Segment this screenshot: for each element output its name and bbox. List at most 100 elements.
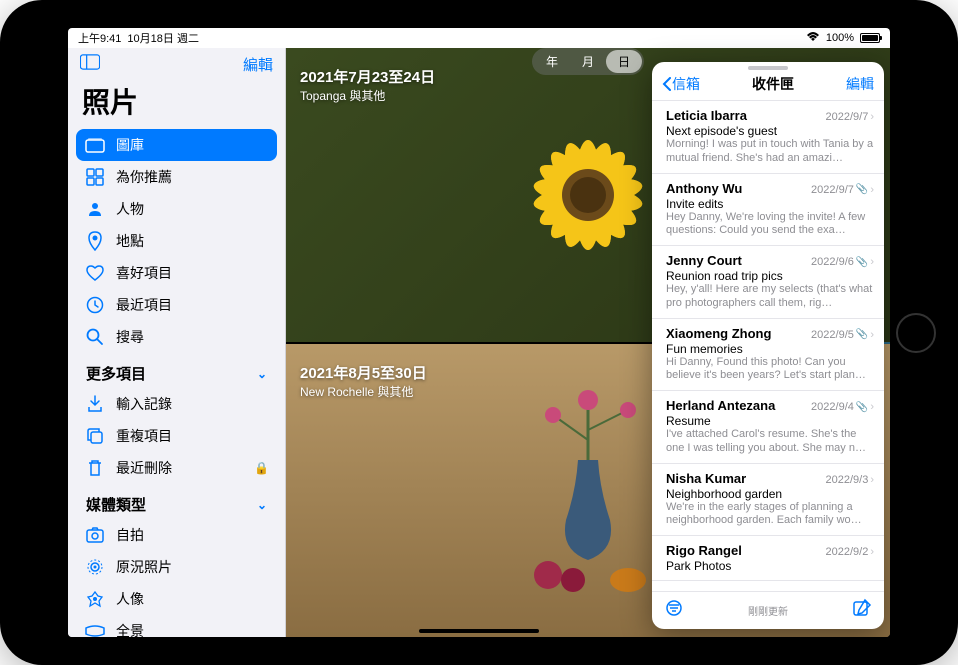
sidebar-toggle-icon[interactable] (80, 54, 100, 75)
home-button[interactable] (896, 313, 936, 353)
import-icon (84, 395, 106, 413)
sidebar-item-library[interactable]: 圖庫 (76, 129, 277, 161)
screen: 上午9:41 10月18日 週二 100% 編輯 照片 (68, 28, 890, 637)
duplicate-icon (84, 427, 106, 445)
sidebar-edit-button[interactable]: 編輯 (243, 54, 273, 75)
section-title: 更多項目 (86, 363, 146, 384)
sidebar-item-foryou[interactable]: 為你推薦 (76, 161, 277, 193)
view-seg-月[interactable]: 月 (570, 50, 606, 73)
attachment-icon: 📎 (856, 402, 868, 413)
sidebar-section-header[interactable]: 更多項目 ⌄ (76, 353, 277, 388)
mail-status: 剛剛更新 (748, 603, 788, 618)
slideover-grabber[interactable] (748, 66, 788, 70)
chevron-right-icon: › (870, 474, 874, 486)
mail-subject: Fun memories (666, 342, 874, 356)
mail-item[interactable]: Xiaomeng Zhong 2022/9/5 📎 › Fun memories… (652, 319, 884, 392)
mail-back-button[interactable]: 信箱 (662, 74, 700, 94)
sidebar-item-clock[interactable]: 最近項目 (76, 289, 277, 321)
places-icon (84, 231, 106, 251)
selfie-icon (84, 527, 106, 543)
library-icon (84, 137, 106, 153)
clock-icon (84, 296, 106, 314)
mail-preview: Hey Danny, We're loving the invite! A fe… (666, 211, 874, 239)
filter-button[interactable] (664, 600, 684, 621)
view-seg-年[interactable]: 年 (534, 50, 570, 73)
group-subtitle: Topanga 與其他 (300, 87, 435, 104)
sidebar-item-label: 搜尋 (116, 327, 144, 347)
mail-sender: Anthony Wu (666, 181, 742, 196)
sidebar-item-label: 原況照片 (116, 557, 172, 577)
status-bar: 上午9:41 10月18日 週二 100% (68, 28, 890, 48)
chevron-right-icon: › (870, 111, 874, 123)
chevron-down-icon: ⌄ (257, 367, 267, 381)
sidebar-item-label: 自拍 (116, 525, 144, 545)
mail-item[interactable]: Leticia Ibarra 2022/9/7 › Next episode's… (652, 101, 884, 174)
attachment-icon: 📎 (856, 329, 868, 340)
sidebar-item-heart[interactable]: 喜好項目 (76, 257, 277, 289)
sidebar-item-live[interactable]: 原況照片 (76, 551, 277, 583)
search-icon (84, 328, 106, 346)
people-icon (84, 200, 106, 218)
view-switcher[interactable]: 年月日 (532, 48, 644, 75)
mail-sender: Nisha Kumar (666, 471, 746, 486)
chevron-down-icon: ⌄ (257, 498, 267, 512)
mail-item[interactable]: Anthony Wu 2022/9/7 📎 › Invite edits Hey… (652, 174, 884, 247)
chevron-right-icon: › (870, 329, 874, 341)
mail-preview: Morning! I was put in touch with Tania b… (666, 138, 874, 166)
mail-subject: Neighborhood garden (666, 487, 874, 501)
foryou-icon (84, 168, 106, 186)
mail-preview: I've attached Carol's resume. She's the … (666, 428, 874, 456)
group-title: 2021年8月5至30日 (300, 362, 427, 383)
status-time: 上午9:41 (78, 30, 121, 46)
sidebar-item-duplicate[interactable]: 重複項目 (76, 420, 277, 452)
sidebar-item-label: 最近項目 (116, 295, 172, 315)
trash-icon (84, 459, 106, 477)
group-title: 2021年7月23至24日 (300, 66, 435, 87)
mail-item[interactable]: Rigo Rangel 2022/9/2 › Park Photos (652, 536, 884, 581)
sidebar-title: 照片 (68, 77, 285, 129)
mail-date: 2022/9/7 📎 › (811, 184, 874, 196)
mail-edit-button[interactable]: 編輯 (846, 74, 874, 94)
mail-date: 2022/9/5 📎 › (811, 329, 874, 341)
group-subtitle: New Rochelle 與其他 (300, 383, 427, 400)
mail-preview: Hi Danny, Found this photo! Can you beli… (666, 356, 874, 384)
sidebar-item-label: 為你推薦 (116, 167, 172, 187)
sidebar-item-portrait[interactable]: 人像 (76, 583, 277, 615)
mail-item[interactable]: Nisha Kumar 2022/9/3 › Neighborhood gard… (652, 464, 884, 537)
mail-sender: Leticia Ibarra (666, 108, 747, 123)
mail-sender: Xiaomeng Zhong (666, 326, 771, 341)
sidebar-item-pano[interactable]: 全景 (76, 615, 277, 637)
status-date: 10月18日 週二 (127, 30, 199, 46)
mail-sender: Rigo Rangel (666, 543, 742, 558)
mail-sender: Jenny Court (666, 253, 742, 268)
sidebar-item-search[interactable]: 搜尋 (76, 321, 277, 353)
sidebar-item-people[interactable]: 人物 (76, 193, 277, 225)
battery-percent: 100% (826, 32, 854, 44)
sidebar-item-label: 人像 (116, 589, 144, 609)
sidebar-section-header[interactable]: 媒體類型 ⌄ (76, 484, 277, 519)
mail-list: Leticia Ibarra 2022/9/7 › Next episode's… (652, 101, 884, 591)
chevron-right-icon: › (870, 184, 874, 196)
sidebar-item-import[interactable]: 輸入記錄 (76, 388, 277, 420)
wifi-icon (806, 32, 820, 45)
sidebar-item-places[interactable]: 地點 (76, 225, 277, 257)
photos-sidebar: 編輯 照片 圖庫為你推薦人物地點喜好項目最近項目搜尋更多項目 ⌄ 輸入記錄重複項目最… (68, 48, 286, 637)
view-seg-日[interactable]: 日 (606, 50, 642, 73)
mail-date: 2022/9/4 📎 › (811, 401, 874, 413)
sidebar-item-label: 全景 (116, 621, 144, 637)
mail-date: 2022/9/7 › (826, 111, 875, 123)
mail-date: 2022/9/6 📎 › (811, 256, 874, 268)
mail-item[interactable]: Herland Antezana 2022/9/4 📎 › Resume I'v… (652, 391, 884, 464)
chevron-right-icon: › (870, 546, 874, 558)
sidebar-item-selfie[interactable]: 自拍 (76, 519, 277, 551)
mail-subject: Reunion road trip pics (666, 269, 874, 283)
home-indicator[interactable] (419, 629, 539, 633)
mail-item[interactable]: Jenny Court 2022/9/6 📎 › Reunion road tr… (652, 246, 884, 319)
live-icon (84, 558, 106, 576)
sidebar-item-trash[interactable]: 最近刪除🔒 (76, 452, 277, 484)
mail-back-label: 信箱 (672, 74, 700, 94)
mail-preview: Hey, y'all! Here are my selects (that's … (666, 283, 874, 311)
compose-button[interactable] (852, 598, 872, 623)
lock-icon: 🔒 (254, 461, 269, 475)
section-title: 媒體類型 (86, 494, 146, 515)
